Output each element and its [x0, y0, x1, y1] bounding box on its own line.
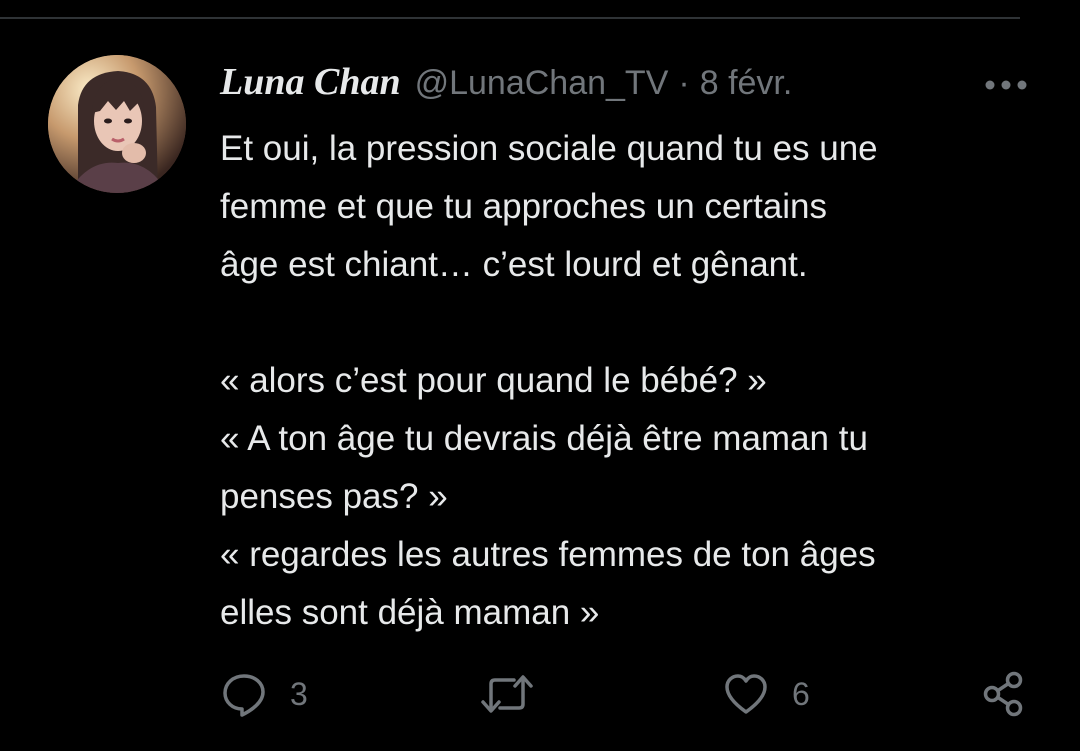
avatar[interactable]: [48, 55, 186, 193]
tweet-header: Luna Chan @LunaChan_TV · 8 févr.: [220, 60, 792, 108]
tweet-text-line: femme et que tu approches un certains: [220, 187, 828, 226]
tweet-text-line: Et oui, la pression sociale quand tu es …: [220, 129, 878, 168]
tweet-text: Et oui, la pression sociale quand tu es …: [220, 120, 1050, 642]
heart-outline-icon: [725, 674, 767, 714]
tweet-actions: 3 6: [0, 668, 1080, 720]
like-count: 6: [792, 675, 810, 712]
retweet-button[interactable]: [480, 668, 556, 720]
author-display-name[interactable]: Luna Chan: [220, 60, 401, 104]
tweet-text-line: âge est chiant… c’est lourd et gênant.: [220, 245, 808, 284]
speech-bubble-icon: [223, 674, 265, 717]
avatar-image: [48, 55, 186, 193]
more-horizontal-icon: [985, 80, 1027, 90]
tweet-text-line: penses pas? »: [220, 477, 448, 516]
share-button[interactable]: [980, 668, 1028, 720]
retweet-arrows-icon: [481, 675, 533, 713]
more-options-button[interactable]: [982, 70, 1030, 100]
tweet-date[interactable]: 8 févr.: [700, 64, 793, 103]
share-nodes-icon: [983, 671, 1023, 717]
like-button[interactable]: 6: [722, 668, 810, 720]
tweet-text-line: « regardes les autres femmes de ton âges: [220, 535, 876, 574]
author-handle[interactable]: @LunaChan_TV: [415, 64, 669, 103]
top-divider: [0, 17, 1020, 19]
reply-count: 3: [290, 675, 308, 712]
tweet-text-line: elles sont déjà maman »: [220, 593, 600, 632]
reply-button[interactable]: 3: [220, 668, 308, 720]
tweet-text-line: « A ton âge tu devrais déjà être maman t…: [220, 419, 868, 458]
tweet-text-line: « alors c’est pour quand le bébé? »: [220, 361, 767, 400]
header-separator: ·: [678, 64, 690, 102]
